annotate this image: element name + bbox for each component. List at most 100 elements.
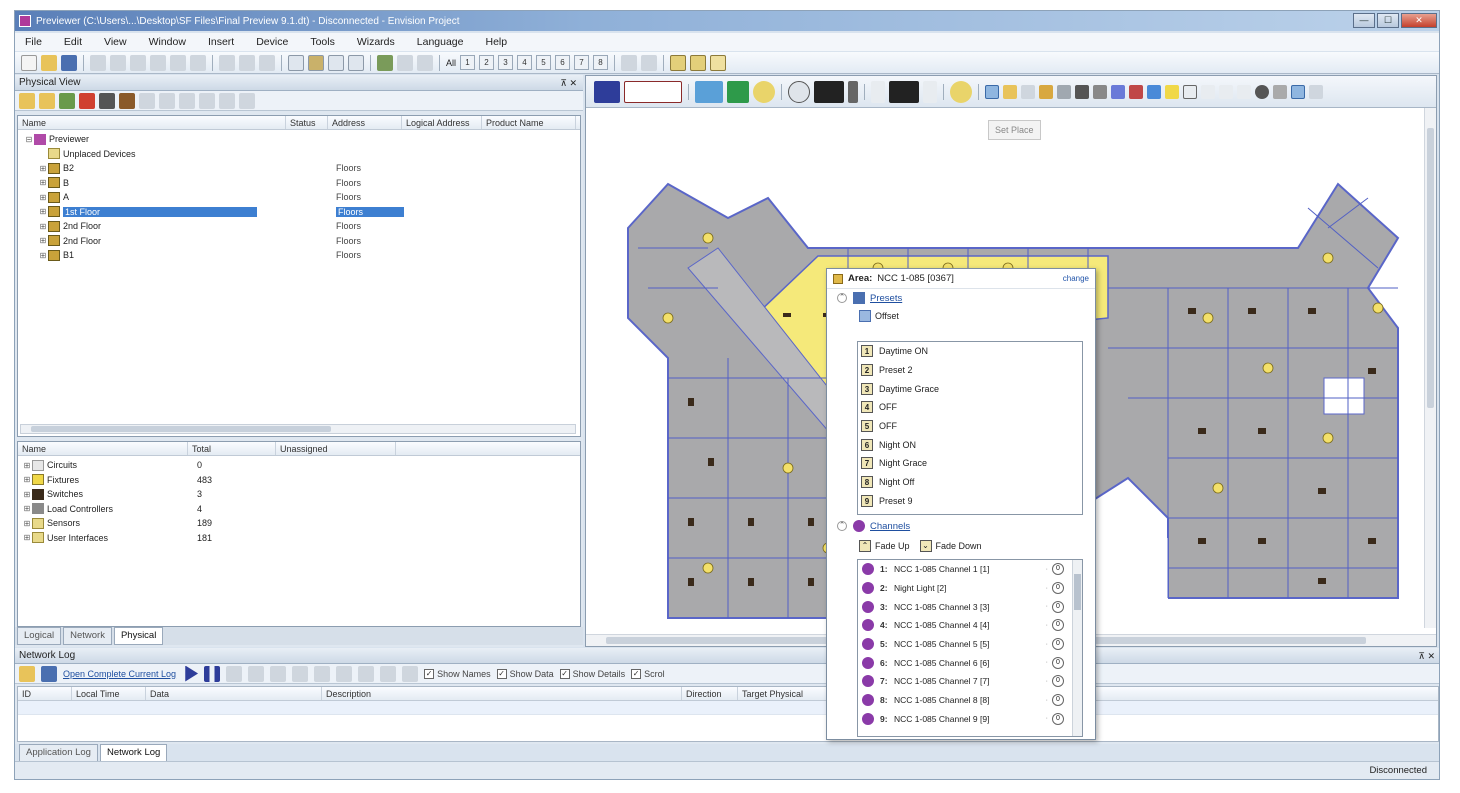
expand-icon[interactable]: ⊞: [38, 178, 48, 187]
level-button-4[interactable]: 4: [517, 55, 533, 70]
tab-network[interactable]: Network: [63, 627, 112, 645]
maximize-button[interactable]: ☐: [1377, 13, 1399, 28]
collapse-icon[interactable]: ⌃: [837, 521, 847, 531]
preset-item[interactable]: 6 Night ON: [858, 435, 1082, 454]
sensor[interactable]: [1322, 252, 1334, 264]
menu-help[interactable]: Help: [485, 36, 507, 48]
fixture[interactable]: [1258, 428, 1266, 434]
channel-item[interactable]: 4: NCC 1-085 Channel 4 [4] · 0: [858, 616, 1082, 635]
find-next-icon[interactable]: [358, 665, 375, 682]
checkbox-checked-icon[interactable]: ✓: [424, 668, 435, 679]
fixture[interactable]: [1318, 488, 1326, 494]
expand-icon[interactable]: ⊞: [38, 222, 48, 231]
pencil-icon[interactable]: [377, 54, 393, 71]
channel-level-icon[interactable]: 0: [1052, 582, 1064, 595]
channel-level-icon[interactable]: 0: [1052, 563, 1064, 576]
grid-icon[interactable]: [328, 54, 344, 71]
channel-item[interactable]: 1: NCC 1-085 Channel 1 [1] · 0: [858, 560, 1082, 579]
show-names-checkbox[interactable]: ✓ Show Names: [424, 668, 491, 679]
channels-title[interactable]: Channels: [870, 521, 910, 532]
panel-icon[interactable]: [1291, 84, 1305, 99]
find-icon[interactable]: [336, 665, 353, 682]
channel-level-icon[interactable]: 0: [1052, 694, 1064, 707]
channel-level-icon[interactable]: 0: [1052, 600, 1064, 613]
clear-icon[interactable]: [226, 665, 243, 682]
col-status[interactable]: Status: [286, 116, 328, 129]
find-icon[interactable]: [219, 54, 235, 71]
summary-row[interactable]: ⊞ Load Controllers 4: [18, 502, 580, 517]
network-icon[interactable]: [695, 80, 723, 103]
report-icon[interactable]: [199, 92, 215, 109]
menu-window[interactable]: Window: [149, 36, 186, 48]
level-button-5[interactable]: 5: [536, 55, 552, 70]
tree-row-root[interactable]: ⊟ Previewer: [18, 132, 580, 147]
change-link[interactable]: change: [1063, 274, 1089, 283]
properties-icon[interactable]: [99, 92, 115, 109]
expand-icon[interactable]: ⊞: [38, 236, 48, 245]
preset-item[interactable]: 5 OFF: [858, 417, 1082, 436]
fixture[interactable]: [1198, 538, 1206, 544]
flag-icon[interactable]: [1129, 84, 1143, 99]
menu-view[interactable]: View: [104, 36, 127, 48]
fixture[interactable]: [1368, 368, 1376, 374]
tree-horizontal-scrollbar[interactable]: [20, 424, 576, 434]
menu-edit[interactable]: Edit: [64, 36, 82, 48]
circle-tool-icon[interactable]: [1255, 84, 1269, 99]
globe-icon[interactable]: [1075, 84, 1089, 99]
tab-logical[interactable]: Logical: [17, 627, 62, 645]
select-icon[interactable]: [985, 84, 999, 99]
channel-level-icon[interactable]: 0: [1052, 675, 1064, 688]
channel-item[interactable]: 9: NCC 1-085 Channel 9 [9] · 0: [858, 710, 1082, 729]
expand-icon[interactable]: ⊞: [22, 533, 32, 542]
summary-row[interactable]: ⊞ Switches 3: [18, 487, 580, 502]
add-icon[interactable]: [59, 92, 75, 109]
close-button[interactable]: ✕: [1401, 13, 1437, 28]
channels-scrollbar[interactable]: [1072, 560, 1082, 736]
channel-level-icon[interactable]: 0: [1052, 656, 1064, 669]
play-icon[interactable]: [185, 665, 199, 682]
col-data[interactable]: Data: [146, 687, 322, 700]
expand-icon[interactable]: ⊞: [38, 207, 48, 216]
pause-icon[interactable]: [204, 665, 221, 682]
channel-item[interactable]: 5: NCC 1-085 Channel 5 [5] · 0: [858, 635, 1082, 654]
bookmark-icon[interactable]: [380, 665, 397, 682]
value-display-icon[interactable]: [889, 80, 919, 103]
layers-icon[interactable]: [670, 54, 687, 71]
refresh-icon[interactable]: [239, 92, 255, 109]
scrollbar-thumb[interactable]: [31, 426, 331, 432]
col-address[interactable]: Address: [328, 116, 402, 129]
collapse-icon[interactable]: ⊟: [24, 135, 34, 144]
show-data-checkbox[interactable]: ✓ Show Data: [496, 668, 554, 679]
sensor[interactable]: [1372, 302, 1384, 314]
fixture[interactable]: [1308, 308, 1316, 314]
bulb-icon[interactable]: [753, 80, 775, 103]
note-icon[interactable]: [1165, 84, 1179, 99]
scrollbar-thumb[interactable]: [1427, 128, 1434, 408]
col-direction[interactable]: Direction: [682, 687, 738, 700]
picture-icon[interactable]: [308, 54, 324, 71]
image-icon[interactable]: [1273, 84, 1287, 99]
rotate-icon[interactable]: [788, 80, 810, 103]
checkbox-checked-icon[interactable]: ✓: [496, 668, 507, 679]
fixture[interactable]: [808, 578, 814, 586]
fixture[interactable]: [688, 518, 694, 526]
export-icon[interactable]: [402, 665, 419, 682]
open-folder-icon[interactable]: [19, 665, 35, 682]
channel-item[interactable]: 6: NCC 1-085 Channel 6 [6] · 0: [858, 653, 1082, 672]
expand-icon[interactable]: ⊞: [22, 504, 32, 513]
channels-section-header[interactable]: ⌃ Channels: [827, 517, 910, 535]
col-id[interactable]: ID: [18, 687, 72, 700]
channel-item[interactable]: 3: NCC 1-085 Channel 3 [3] · 0: [858, 597, 1082, 616]
light-level-icon[interactable]: [950, 80, 972, 103]
channel-level-icon[interactable]: 0: [1052, 712, 1064, 725]
channel-level-icon[interactable]: 0: [1052, 638, 1064, 651]
preset-item[interactable]: 4 OFF: [858, 398, 1082, 417]
menu-wizards[interactable]: Wizards: [357, 36, 395, 48]
send-icon[interactable]: [292, 665, 309, 682]
folder-icon[interactable]: [19, 92, 35, 109]
zoom-icon[interactable]: [1021, 84, 1035, 99]
fixture-tool-icon[interactable]: [1003, 84, 1017, 99]
fixture[interactable]: [688, 398, 694, 406]
sensor[interactable]: [662, 312, 674, 324]
delete-icon[interactable]: [150, 54, 166, 71]
